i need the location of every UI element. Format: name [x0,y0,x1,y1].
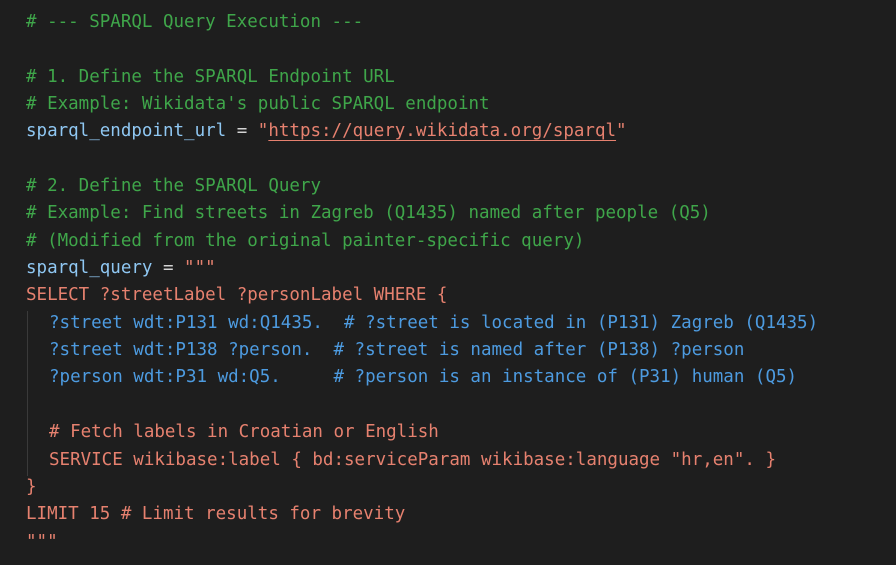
code-line-19: LIMIT 15 # Limit results for brevity [26,504,406,525]
code-line-15-blank [26,392,896,419]
code-line-20: """ [26,531,58,552]
code-line-13: ?street wdt:P138 ?person. # ?street is n… [49,340,745,361]
code-line-7: # 2. Define the SPARQL Query [26,176,322,197]
code-line-14: ?person wdt:P31 wd:Q5. # ?person is an i… [49,367,798,388]
code-line-10: sparql_query = """ [26,255,896,282]
code-line-3: # 1. Define the SPARQL Endpoint URL [26,66,395,87]
code-line-5: sparql_endpoint_url = "https://query.wik… [26,118,896,145]
code-line-4: # Example: Wikidata's public SPARQL endp… [26,94,490,115]
endpoint-variable: sparql_endpoint_url [26,121,227,142]
code-line-9: # (Modified from the original painter-sp… [26,230,585,251]
string-quote-open: " [257,121,269,142]
code-line-2-blank [26,36,896,63]
endpoint-url-link[interactable]: https://query.wikidata.org/sparql [268,121,616,141]
triple-quote-open: """ [184,258,216,279]
code-line-6-blank [26,146,896,173]
string-quote-close: " [616,121,627,142]
code-line-18: } [26,476,37,497]
assign-operator: = [152,258,185,279]
code-line-8: # Example: Find streets in Zagreb (Q1435… [26,203,711,224]
code-line-17: SERVICE wikibase:label { bd:serviceParam… [49,449,776,470]
code-line-12: ?street wdt:P131 wd:Q1435. # ?street is … [49,312,819,333]
code-line-16: # Fetch labels in Croatian or English [49,422,439,443]
query-variable: sparql_query [26,258,153,279]
code-line-11: SELECT ?streetLabel ?personLabel WHERE { [26,285,448,306]
code-editor[interactable]: # --- SPARQL Query Execution --- # 1. De… [0,0,896,565]
assign-operator: = [226,121,258,142]
code-line-1: # --- SPARQL Query Execution --- [26,12,364,32]
